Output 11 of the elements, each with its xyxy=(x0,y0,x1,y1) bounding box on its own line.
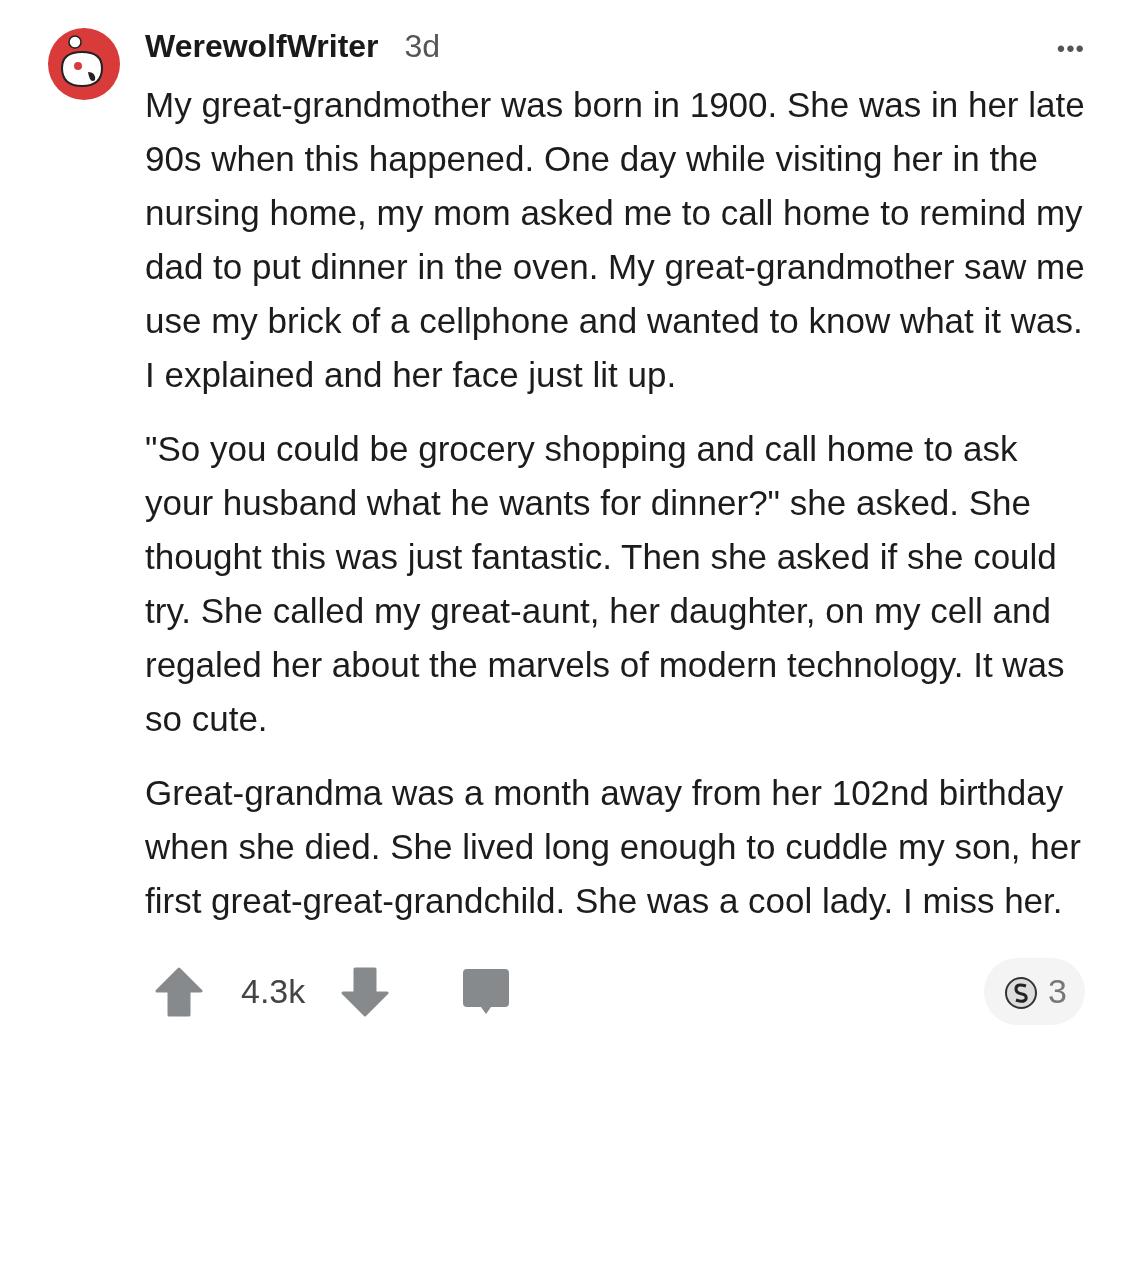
more-options-icon[interactable]: ••• xyxy=(1056,35,1085,63)
comment-paragraph: Great-grandma was a month away from her 102nd birthday when she died. She lived long enough to cuddle my son, her first great-great-grandchild. She was a cool lady. I miss her. xyxy=(145,772,1082,922)
comment-paragraph: "So you could be grocery shopping and call home to ask your husband what he wants for dinner?" she asked. She thought this was just fantastic. Then she asked if she could try. She called my great-aunt, her daughter, on my cell and regaled her about the marvels of modern technology. It was so cute. xyxy=(145,428,1066,740)
award-button[interactable]: 3 xyxy=(984,958,1085,1025)
vote-count: 4.3k xyxy=(241,972,306,1011)
comment-paragraph: My great-grandmother was born in 1900. She was in her late 90s when this happened. One day while visiting her in the nursing home, my mom asked me to call home to remind my dad to put dinner in the oven. My great-grandmother saw me use my brick of a cellphone and wanted to know what it was. I explained and her face just lit up. xyxy=(145,84,1086,396)
downvote-icon[interactable] xyxy=(341,966,390,1017)
username[interactable]: WerewolfWriter xyxy=(145,28,379,65)
avatar-icon[interactable] xyxy=(48,28,120,100)
upvote-icon[interactable] xyxy=(155,966,203,1017)
comment-age: 3d xyxy=(404,28,441,65)
